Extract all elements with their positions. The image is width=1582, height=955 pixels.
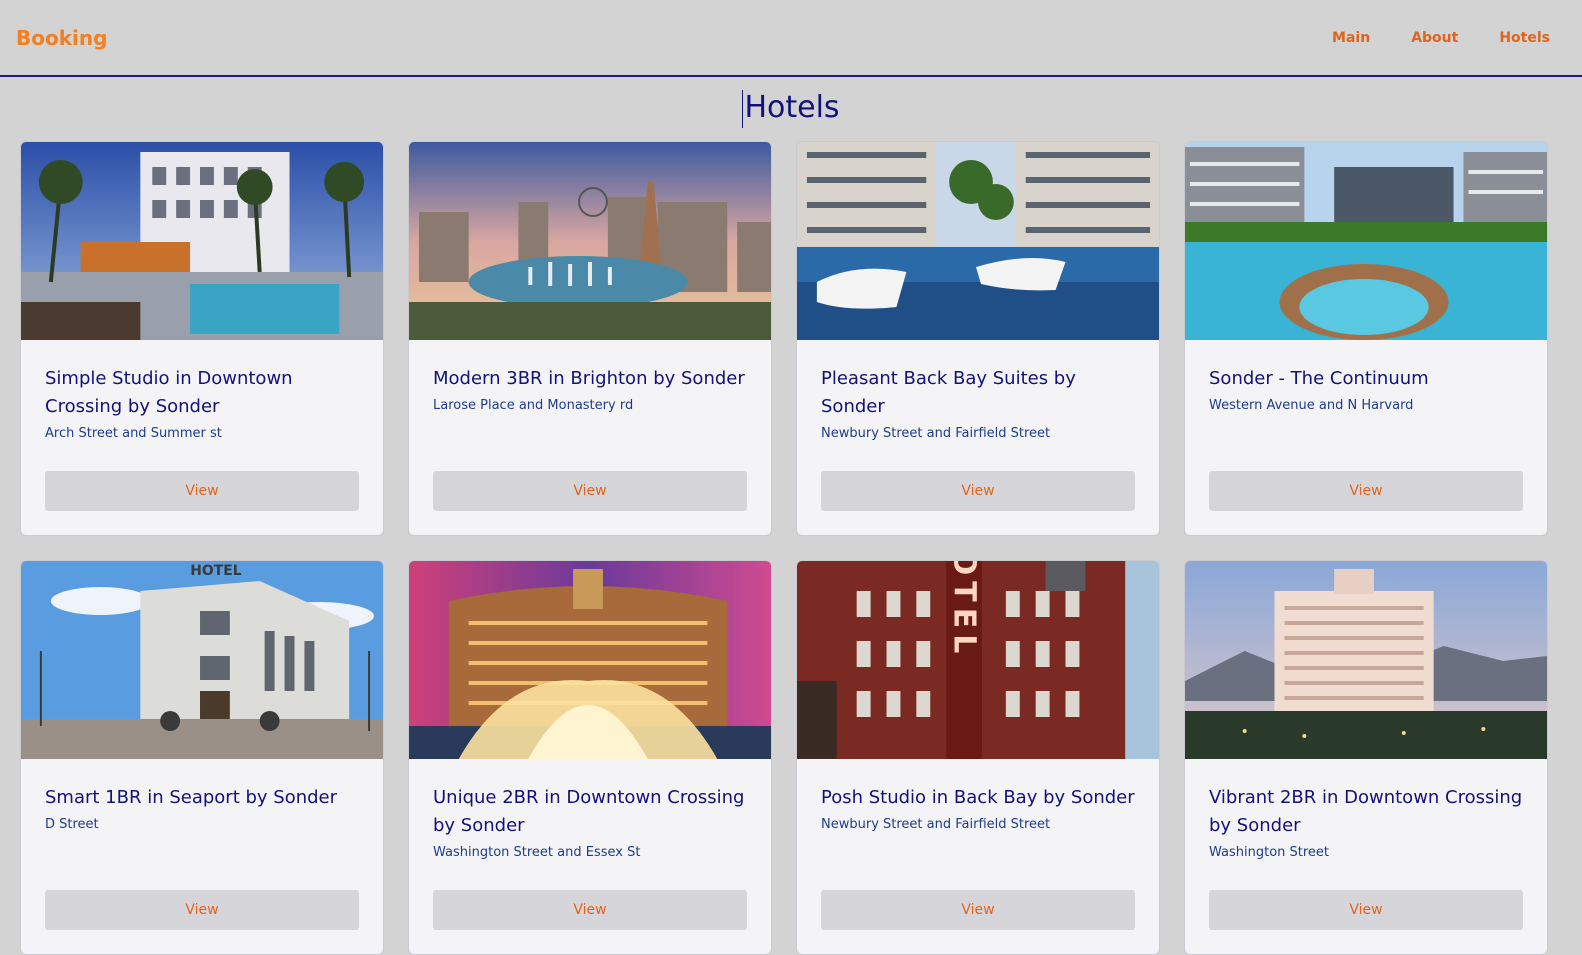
- nav-link-hotels[interactable]: Hotels: [1499, 30, 1550, 46]
- nav-link-main[interactable]: Main: [1332, 30, 1370, 46]
- view-button[interactable]: View: [45, 471, 359, 511]
- view-button[interactable]: View: [821, 890, 1135, 930]
- view-button[interactable]: View: [45, 890, 359, 930]
- hotel-card: Simple Studio in Downtown Crossing by So…: [20, 141, 384, 536]
- hotel-address: D Street: [45, 817, 99, 832]
- hotel-photo: [1185, 142, 1547, 340]
- view-button[interactable]: View: [433, 890, 747, 930]
- view-button[interactable]: View: [1209, 890, 1523, 930]
- page-title-text: Hotels: [744, 90, 840, 125]
- hotel-photo: HOTEL: [21, 561, 383, 759]
- hotel-card: HOTEL Smart 1BR in Seaport by Sonder D S…: [20, 560, 384, 955]
- hotel-card: Modern 3BR in Brighton by Sonder Larose …: [408, 141, 772, 536]
- hotel-name: Pleasant Back Bay Suites by Sonder: [821, 368, 1076, 417]
- hotel-neon-sign-text: HOTEL: [947, 561, 982, 659]
- view-button[interactable]: View: [821, 471, 1135, 511]
- hotel-photo: [1185, 561, 1547, 759]
- hotel-name: Simple Studio in Downtown Crossing by So…: [45, 368, 293, 417]
- top-navbar: Booking Main About Hotels: [0, 0, 1582, 77]
- hotel-name: Modern 3BR in Brighton by Sonder: [433, 368, 745, 389]
- hotel-photo: HOTEL: [797, 561, 1159, 759]
- hotel-card: Pleasant Back Bay Suites by Sonder Newbu…: [796, 141, 1160, 536]
- hotel-card: HOTEL Posh Studio in Back Bay by Sonder …: [796, 560, 1160, 955]
- hotel-name: Vibrant 2BR in Downtown Crossing by Sond…: [1209, 787, 1523, 836]
- nav-links: Main About Hotels: [1291, 30, 1550, 46]
- hotel-grid: Simple Studio in Downtown Crossing by So…: [0, 141, 1582, 955]
- page-title: Hotels: [0, 89, 1582, 128]
- hotel-name: Unique 2BR in Downtown Crossing by Sonde…: [433, 787, 745, 836]
- brand-logo-link[interactable]: Booking: [16, 26, 107, 50]
- hotel-card: Sonder - The Continuum Western Avenue an…: [1184, 141, 1548, 536]
- hotel-address: Newbury Street and Fairfield Street: [821, 426, 1051, 441]
- hotel-address: Washington Street: [1209, 845, 1330, 860]
- hotel-card: Unique 2BR in Downtown Crossing by Sonde…: [408, 560, 772, 955]
- hotel-sign-text: HOTEL: [190, 563, 241, 579]
- hotel-name: Sonder - The Continuum: [1209, 368, 1429, 389]
- hotel-name: Posh Studio in Back Bay by Sonder: [821, 787, 1135, 808]
- hotel-photo: [21, 142, 383, 340]
- hotel-photo: [409, 561, 771, 759]
- hotel-name: Smart 1BR in Seaport by Sonder: [45, 787, 338, 808]
- hotel-address: Larose Place and Monastery rd: [433, 398, 634, 413]
- hotel-card: Vibrant 2BR in Downtown Crossing by Sond…: [1184, 560, 1548, 955]
- hotel-address: Washington Street and Essex St: [433, 845, 641, 860]
- nav-link-about[interactable]: About: [1411, 30, 1458, 46]
- hotel-photo: [797, 142, 1159, 340]
- hotel-address: Arch Street and Summer st: [45, 426, 222, 441]
- hotel-photo: [409, 142, 771, 340]
- view-button[interactable]: View: [1209, 471, 1523, 511]
- hotel-address: Newbury Street and Fairfield Street: [821, 817, 1051, 832]
- hotel-address: Western Avenue and N Harvard: [1209, 398, 1414, 413]
- view-button[interactable]: View: [433, 471, 747, 511]
